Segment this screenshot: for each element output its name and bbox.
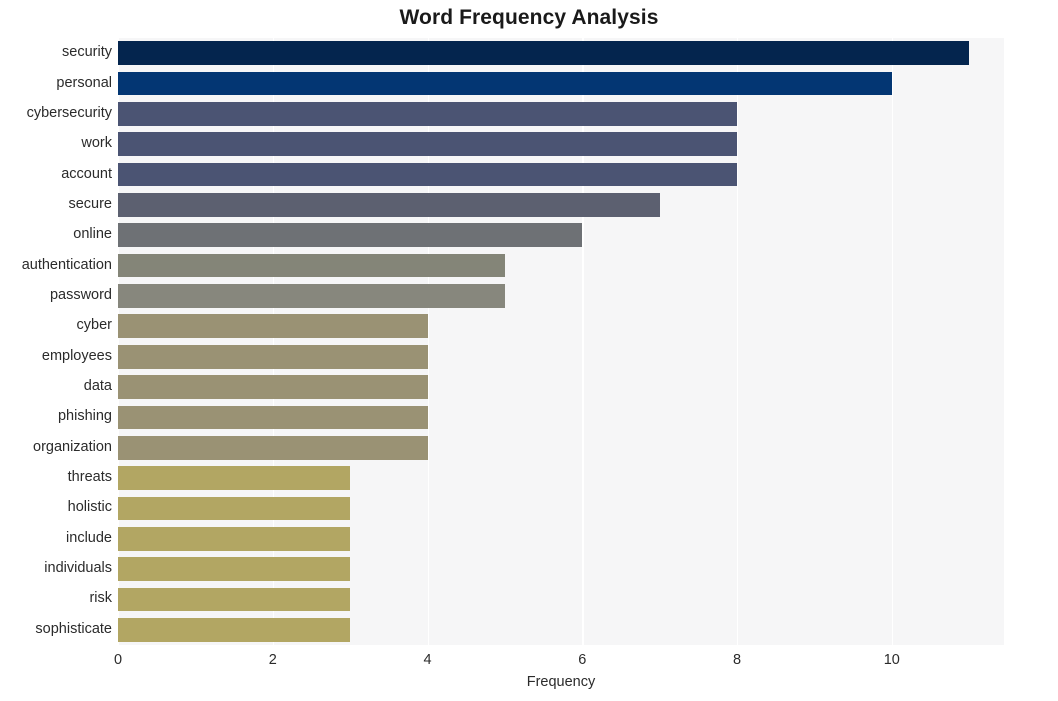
bar-holistic[interactable] xyxy=(118,496,351,521)
bar-personal[interactable] xyxy=(118,71,892,96)
bar-work[interactable] xyxy=(118,132,738,157)
y-tick-label-cybersecurity: cybersecurity xyxy=(26,104,112,121)
y-tick-label-authentication: authentication xyxy=(21,256,112,273)
y-tick-label-password: password xyxy=(49,286,112,303)
bar-row xyxy=(118,162,1004,187)
bar-cybersecurity[interactable] xyxy=(118,102,738,126)
bar-organization[interactable] xyxy=(118,435,428,460)
y-tick-label-personal: personal xyxy=(56,74,112,91)
bar-row xyxy=(118,41,1004,65)
y-tick-label-employees: employees xyxy=(41,347,112,364)
bar-row xyxy=(118,435,1004,460)
bar-secure[interactable] xyxy=(118,193,660,217)
x-tick-label-2: 2 xyxy=(268,652,277,668)
y-tick-label-account: account xyxy=(61,165,112,182)
y-tick-label-sophisticate: sophisticate xyxy=(35,620,112,637)
bar-phishing[interactable] xyxy=(118,405,428,430)
y-tick-label-phishing: phishing xyxy=(57,408,112,425)
bar-individuals[interactable] xyxy=(118,557,351,581)
y-tick-label-individuals: individuals xyxy=(44,560,112,577)
bar-account[interactable] xyxy=(118,162,738,187)
word-frequency-chart-figure: Word Frequency Analysis security personal… xyxy=(0,0,1058,701)
x-tick-label-8: 8 xyxy=(732,652,742,668)
bar-row xyxy=(118,466,1004,490)
bar-row xyxy=(118,496,1004,521)
x-axis-label: Frequency xyxy=(526,674,596,690)
bar-row xyxy=(118,193,1004,217)
y-tick-label-cyber: cyber xyxy=(76,317,112,334)
bar-row xyxy=(118,344,1004,369)
bars-layer xyxy=(118,38,1004,645)
y-tick-label-threats: threats xyxy=(67,469,112,486)
plot-area xyxy=(118,38,1004,645)
bar-row xyxy=(118,375,1004,399)
bar-security[interactable] xyxy=(118,41,970,65)
y-tick-label-security: security xyxy=(62,44,112,61)
bar-row xyxy=(118,223,1004,248)
x-axis-tick-labels: 0 2 4 6 8 10 xyxy=(114,645,1004,675)
y-tick-label-organization: organization xyxy=(33,438,112,455)
bar-sophisticate[interactable] xyxy=(118,617,351,642)
bar-online[interactable] xyxy=(118,223,583,248)
bar-data[interactable] xyxy=(118,375,428,399)
x-tick-label-6: 6 xyxy=(578,652,587,668)
bar-row xyxy=(118,314,1004,339)
bar-row xyxy=(118,617,1004,642)
y-axis-tick-labels: security personal cybersecurity work account… xyxy=(0,38,112,645)
bar-risk[interactable] xyxy=(118,587,351,612)
bar-row xyxy=(118,405,1004,430)
bar-row xyxy=(118,284,1004,308)
y-tick-label-secure: secure xyxy=(68,195,112,212)
y-tick-label-include: include xyxy=(66,529,112,546)
bar-threats[interactable] xyxy=(118,466,351,490)
bar-include[interactable] xyxy=(118,526,351,551)
bar-row xyxy=(118,557,1004,581)
bar-row xyxy=(118,132,1004,157)
bar-row xyxy=(118,587,1004,612)
y-tick-label-holistic: holistic xyxy=(67,499,112,516)
bar-row xyxy=(118,253,1004,278)
bar-employees[interactable] xyxy=(118,344,428,369)
bar-row xyxy=(118,71,1004,96)
bar-password[interactable] xyxy=(118,284,505,308)
x-tick-label-10: 10 xyxy=(883,652,900,668)
bar-row xyxy=(118,526,1004,551)
chart-title: Word Frequency Analysis xyxy=(399,6,659,29)
y-tick-label-work: work xyxy=(81,135,112,152)
bar-authentication[interactable] xyxy=(118,253,505,278)
y-tick-label-risk: risk xyxy=(89,590,112,607)
y-tick-label-data: data xyxy=(83,378,112,395)
x-tick-label-0: 0 xyxy=(113,652,123,668)
x-tick-label-4: 4 xyxy=(423,652,432,668)
bar-cyber[interactable] xyxy=(118,314,428,339)
y-tick-label-online: online xyxy=(73,226,112,243)
bar-row xyxy=(118,102,1004,126)
